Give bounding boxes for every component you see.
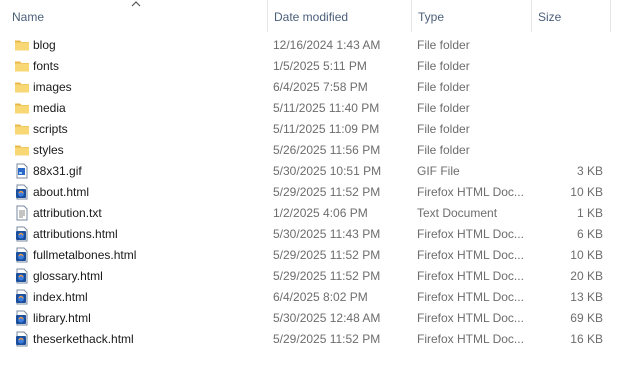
file-list: blog 12/16/2024 1:43 AM File folder fonts 1/… (0, 35, 641, 350)
file-row[interactable]: attribution.txt 1/2/2025 4:06 PM Text Docu… (0, 203, 641, 224)
folder-icon (14, 58, 30, 74)
file-date-modified: 5/26/2025 11:56 PM (273, 143, 381, 157)
file-date-modified: 1/2/2025 4:06 PM (273, 206, 368, 220)
file-name: fonts (33, 59, 60, 73)
file-size: 69 KB (570, 311, 603, 325)
file-type: Firefox HTML Doc... (417, 332, 524, 346)
file-date-modified: 12/16/2024 1:43 AM (273, 38, 381, 52)
column-header-name[interactable]: Name (6, 0, 268, 32)
file-size (532, 140, 603, 161)
column-header-date-modified[interactable]: Date modified (267, 0, 411, 32)
file-type: Firefox HTML Doc... (417, 248, 524, 262)
html-file-icon (14, 310, 30, 326)
file-size: 1 KB (576, 206, 603, 220)
file-type: Firefox HTML Doc... (417, 227, 524, 241)
file-size (532, 98, 603, 119)
file-name: scripts (33, 122, 68, 136)
file-date-modified: 6/4/2025 7:58 PM (273, 80, 368, 94)
file-date-modified: 5/29/2025 11:52 PM (273, 248, 381, 262)
html-file-icon (14, 184, 30, 200)
file-date-modified: 5/29/2025 11:52 PM (273, 185, 381, 199)
file-type: File folder (417, 101, 470, 115)
file-date-modified: 5/29/2025 11:52 PM (273, 332, 381, 346)
file-date-modified: 5/30/2025 12:48 AM (273, 311, 381, 325)
file-name: about.html (33, 185, 90, 199)
file-name: attribution.txt (33, 206, 102, 220)
file-type: File folder (417, 80, 470, 94)
file-size: 20 KB (570, 269, 603, 283)
gif-file-icon (14, 163, 30, 179)
file-name: attributions.html (33, 227, 118, 241)
file-date-modified: 5/11/2025 11:09 PM (273, 122, 380, 136)
html-file-icon (14, 247, 30, 263)
file-row[interactable]: blog 12/16/2024 1:43 AM File folder (0, 35, 641, 56)
file-size (532, 77, 603, 98)
file-type: File folder (417, 122, 470, 136)
file-row[interactable]: scripts 5/11/2025 11:09 PM File folder (0, 119, 641, 140)
folder-icon (14, 37, 30, 53)
file-name: styles (33, 143, 64, 157)
file-size: 3 KB (576, 164, 603, 178)
file-size (532, 56, 603, 77)
html-file-icon (14, 331, 30, 347)
file-row[interactable]: media 5/11/2025 11:40 PM File folder (0, 98, 641, 119)
file-date-modified: 5/29/2025 11:52 PM (273, 269, 381, 283)
file-row[interactable]: index.html 6/4/2025 8:02 PM Firefox HTML D… (0, 287, 641, 308)
file-name: glossary.html (33, 269, 103, 283)
file-row[interactable]: 88x31.gif 5/30/2025 10:51 PM GIF File 3 KB (0, 161, 641, 182)
file-size: 10 KB (570, 185, 603, 199)
folder-icon (14, 100, 30, 116)
file-type: GIF File (417, 164, 460, 178)
file-row[interactable]: fullmetalbones.html 5/29/2025 11:52 PM Fir… (0, 245, 641, 266)
column-header-type[interactable]: Type (411, 0, 531, 32)
file-row[interactable]: glossary.html 5/29/2025 11:52 PM Firefox H… (0, 266, 641, 287)
column-header-bar: Name Date modified Type Size (0, 0, 641, 32)
file-date-modified: 5/30/2025 10:51 PM (273, 164, 382, 178)
html-file-icon (14, 226, 30, 242)
column-separator[interactable] (610, 0, 611, 32)
file-size: 10 KB (570, 248, 603, 262)
file-date-modified: 1/5/2025 5:11 PM (273, 59, 367, 73)
file-row[interactable]: attributions.html 5/30/2025 11:43 PM Firef… (0, 224, 641, 245)
file-date-modified: 5/11/2025 11:40 PM (273, 101, 380, 115)
folder-icon (14, 79, 30, 95)
text-file-icon (14, 205, 30, 221)
file-row[interactable]: about.html 5/29/2025 11:52 PM Firefox HTML… (0, 182, 641, 203)
file-date-modified: 5/30/2025 11:43 PM (273, 227, 381, 241)
file-size: 6 KB (576, 227, 603, 241)
file-type: Firefox HTML Doc... (417, 269, 524, 283)
html-file-icon (14, 268, 30, 284)
file-name: theserkethack.html (33, 332, 134, 346)
file-row[interactable]: images 6/4/2025 7:58 PM File folder (0, 77, 641, 98)
html-file-icon (14, 289, 30, 305)
file-size (532, 119, 603, 140)
file-type: Firefox HTML Doc... (417, 311, 524, 325)
file-size: 16 KB (570, 332, 603, 346)
file-type: Firefox HTML Doc... (417, 185, 524, 199)
file-type: Firefox HTML Doc... (417, 290, 524, 304)
file-date-modified: 6/4/2025 8:02 PM (273, 290, 368, 304)
file-name: index.html (33, 290, 88, 304)
file-type: File folder (417, 143, 470, 157)
file-row[interactable]: theserkethack.html 5/29/2025 11:52 PM Fire… (0, 329, 641, 350)
file-name: 88x31.gif (33, 164, 82, 178)
file-type: File folder (417, 59, 470, 73)
file-name: fullmetalbones.html (33, 248, 137, 262)
file-row[interactable]: library.html 5/30/2025 12:48 AM Firefox HT… (0, 308, 641, 329)
file-size (532, 35, 603, 56)
file-name: library.html (33, 311, 91, 325)
file-row[interactable]: styles 5/26/2025 11:56 PM File folder (0, 140, 641, 161)
folder-icon (14, 121, 30, 137)
file-name: blog (33, 38, 56, 52)
file-row[interactable]: fonts 1/5/2025 5:11 PM File folder (0, 56, 641, 77)
file-type: File folder (417, 38, 470, 52)
column-header-size[interactable]: Size (531, 0, 611, 32)
file-name: images (33, 80, 72, 94)
file-size: 13 KB (570, 290, 603, 304)
folder-icon (14, 142, 30, 158)
file-type: Text Document (417, 206, 498, 220)
file-name: media (33, 101, 66, 115)
